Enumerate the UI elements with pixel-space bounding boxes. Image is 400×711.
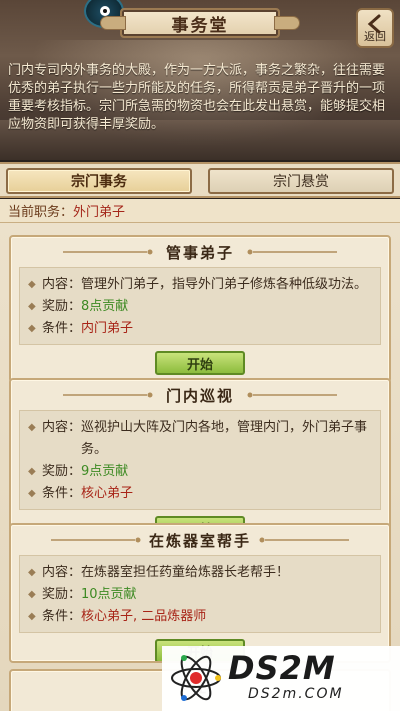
task-card-header: 管事弟子 (11, 237, 389, 267)
watermark-brand: DS2M (228, 649, 336, 687)
current-post-value: 外门弟子 (73, 205, 126, 220)
back-button[interactable]: 返回 (356, 8, 394, 48)
task-card-header: 门内巡视 (11, 380, 389, 410)
bullet-icon: ◆ (28, 567, 36, 578)
task-content: 在炼器室担任药童给炼器长老帮手！ (81, 565, 290, 580)
task-condition-row: ◆ 条件： 内门弟子 (28, 318, 372, 340)
bullet-icon: ◆ (28, 488, 36, 499)
watermark-url: DS2m.COM (248, 686, 344, 702)
eye-icon (100, 6, 110, 16)
task-list[interactable]: 管事弟子 ◆ 内容： 管理外门弟子，指导外门弟子修炼各种低级功法。 ◆ 奖励： 8点贡献… (0, 223, 400, 711)
task-reward: 9点贡献 (81, 464, 129, 479)
task-condition: 核心弟子, 二品炼器师 (81, 609, 207, 624)
condition-label: 条件： (42, 321, 82, 336)
task-details: ◆ 内容： 管理外门弟子，指导外门弟子修炼各种低级功法。 ◆ 奖励： 8点贡献 ◆ 条件：… (19, 267, 381, 345)
ornament-left-icon (51, 537, 141, 543)
ornament-right-icon (247, 249, 337, 255)
bullet-icon: ◆ (28, 466, 36, 477)
tab-sect-bounty[interactable]: 宗门悬赏 (208, 168, 394, 194)
task-content-row: ◆ 内容： 巡视护山大阵及门内各地，管理内门，外门弟子事务。 (28, 417, 372, 461)
banner-wing-right (274, 16, 300, 30)
watermark: DS2M DS2m.COM (162, 646, 400, 711)
bullet-icon: ◆ (28, 279, 36, 290)
hall-header: 事务堂 返回 门内专司内外事务的大殿，作为一方大派，事务之繁杂，往往需要优秀的弟… (0, 0, 400, 160)
condition-label: 条件： (42, 486, 82, 501)
task-title: 管事弟子 (165, 243, 234, 262)
bullet-icon: ◆ (28, 323, 36, 334)
content-label: 内容： (42, 420, 82, 435)
reward-label: 奖励： (42, 464, 82, 479)
bullet-icon: ◆ (28, 301, 36, 312)
task-title: 在炼器室帮手 (148, 531, 251, 550)
reward-label: 奖励： (42, 299, 82, 314)
page-title-banner: 事务堂 (100, 8, 300, 38)
task-reward-row: ◆ 奖励： 9点贡献 (28, 461, 372, 483)
tab-sect-affairs[interactable]: 宗门事务 (6, 168, 192, 194)
reward-label: 奖励： (42, 587, 82, 602)
task-condition-row: ◆ 条件： 核心弟子 (28, 483, 372, 505)
task-condition: 内门弟子 (81, 321, 134, 336)
task-card-header: 在炼器室帮手 (11, 525, 389, 555)
current-post-label: 当前职务： (8, 205, 74, 220)
task-content-row: ◆ 内容： 在炼器室担任药童给炼器长老帮手！ (28, 562, 372, 584)
content-label: 内容： (42, 565, 82, 580)
task-content-row: ◆ 内容： 管理外门弟子，指导外门弟子修炼各种低级功法。 (28, 274, 372, 296)
task-card: 管事弟子 ◆ 内容： 管理外门弟子，指导外门弟子修炼各种低级功法。 ◆ 奖励： 8点贡献… (9, 235, 391, 383)
atom-logo-icon (171, 655, 221, 701)
task-reward-row: ◆ 奖励： 10点贡献 (28, 584, 372, 606)
condition-label: 条件： (42, 609, 82, 624)
ornament-right-icon (247, 392, 337, 398)
task-reward: 10点贡献 (81, 587, 137, 602)
page-title: 事务堂 (171, 15, 229, 36)
task-card: 在炼器室帮手 ◆ 内容： 在炼器室担任药童给炼器长老帮手！ ◆ 奖励： 10点贡献 ◆ 条… (9, 523, 391, 663)
task-condition: 核心弟子 (81, 486, 134, 501)
tab-bar: 宗门事务 宗门悬赏 (0, 162, 400, 198)
start-button-area: 开始 (11, 345, 389, 381)
task-content: 管理外门弟子，指导外门弟子修炼各种低级功法。 (81, 277, 368, 292)
start-button[interactable]: 开始 (155, 351, 245, 375)
content-label: 内容： (42, 277, 82, 292)
task-reward: 8点贡献 (81, 299, 129, 314)
bullet-icon: ◆ (28, 611, 36, 622)
current-post-bar: 当前职务： 外门弟子 (0, 199, 400, 223)
bullet-icon: ◆ (28, 422, 36, 433)
hall-description: 门内专司内外事务的大殿，作为一方大派，事务之繁杂，往往需要优秀的弟子执行一些力所… (8, 63, 386, 132)
ornament-left-icon (63, 392, 153, 398)
task-details: ◆ 内容： 巡视护山大阵及门内各地，管理内门，外门弟子事务。 ◆ 奖励： 9点贡献 ◆ 条… (19, 410, 381, 510)
task-condition-row: ◆ 条件： 核心弟子, 二品炼器师 (28, 606, 372, 628)
ornament-right-icon (259, 537, 349, 543)
task-reward-row: ◆ 奖励： 8点贡献 (28, 296, 372, 318)
ornament-left-icon (63, 249, 153, 255)
back-arrow-icon (367, 14, 381, 34)
task-details: ◆ 内容： 在炼器室担任药童给炼器长老帮手！ ◆ 奖励： 10点贡献 ◆ 条件： 核心弟子,… (19, 555, 381, 633)
task-content: 巡视护山大阵及门内各地，管理内门，外门弟子事务。 (81, 420, 368, 457)
banner-wing-left (100, 16, 126, 30)
bullet-icon: ◆ (28, 589, 36, 600)
task-title: 门内巡视 (165, 386, 234, 405)
